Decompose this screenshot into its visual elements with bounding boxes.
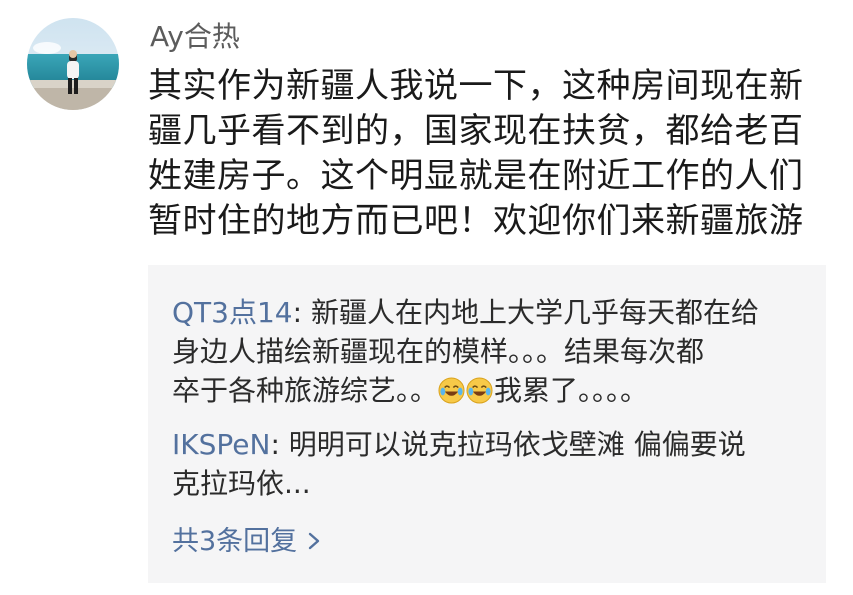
laughing-crying-emoji-icon <box>466 377 493 404</box>
reply-line: 卒于各种旅游综艺。。 我累了。。。。 <box>172 371 812 410</box>
reply-line: QT3点14: 新疆人在内地上大学几乎每天都在给 <box>172 293 812 332</box>
comment-text-line: 疆几乎看不到的，国家现在扶贫，都给老百 <box>148 111 804 151</box>
comment-item: Ay合热 其实作为新疆人我说一下，这种房间现在新 疆几乎看不到的，国家现在扶贫，… <box>0 0 853 595</box>
comment-username[interactable]: Ay合热 <box>150 17 240 57</box>
reply-text: 明明可以说克拉玛依戈壁滩 偏偏要说 <box>288 428 746 461</box>
comment-text-line: 暂时住的地方而已吧！欢迎你们来新疆旅游 <box>148 201 804 241</box>
reply-author[interactable]: IKSPeN <box>172 428 270 461</box>
reply-separator: : <box>292 296 311 329</box>
reply-item[interactable]: IKSPeN: 明明可以说克拉玛依戈壁滩 偏偏要说 克拉玛依... <box>172 425 812 503</box>
reply-text: 我累了。。。。 <box>494 374 649 407</box>
reply-text: 卒于各种旅游综艺。。 <box>172 374 439 407</box>
comment-text-line: 姓建房子。这个明显就是在附近工作的人们 <box>148 156 804 196</box>
more-replies-label: 共3条回复 <box>172 526 298 557</box>
reply-line: IKSPeN: 明明可以说克拉玛依戈壁滩 偏偏要说 <box>172 425 812 464</box>
reply-author[interactable]: QT3点14 <box>172 296 293 329</box>
reply-line: 身边人描绘新疆现在的模样。。。结果每次都 <box>172 335 705 368</box>
reply-item[interactable]: QT3点14: 新疆人在内地上大学几乎每天都在给 身边人描绘新疆现在的模样。。。… <box>172 293 812 410</box>
comment-text: 其实作为新疆人我说一下，这种房间现在新 疆几乎看不到的，国家现在扶贫，都给老百 … <box>148 64 838 244</box>
comment-text-line: 其实作为新疆人我说一下，这种房间现在新 <box>148 66 804 106</box>
reply-separator: : <box>270 428 289 461</box>
view-more-replies-link[interactable]: 共3条回复 <box>172 524 321 560</box>
chevron-right-icon <box>308 532 320 550</box>
laughing-crying-emoji-icon <box>438 377 465 404</box>
replies-panel[interactable]: QT3点14: 新疆人在内地上大学几乎每天都在给 身边人描绘新疆现在的模样。。。… <box>148 265 826 583</box>
reply-text: 新疆人在内地上大学几乎每天都在给 <box>310 296 759 329</box>
reply-line: 克拉玛依... <box>172 467 311 500</box>
avatar-photo-icon <box>27 18 119 110</box>
avatar[interactable] <box>27 18 119 110</box>
